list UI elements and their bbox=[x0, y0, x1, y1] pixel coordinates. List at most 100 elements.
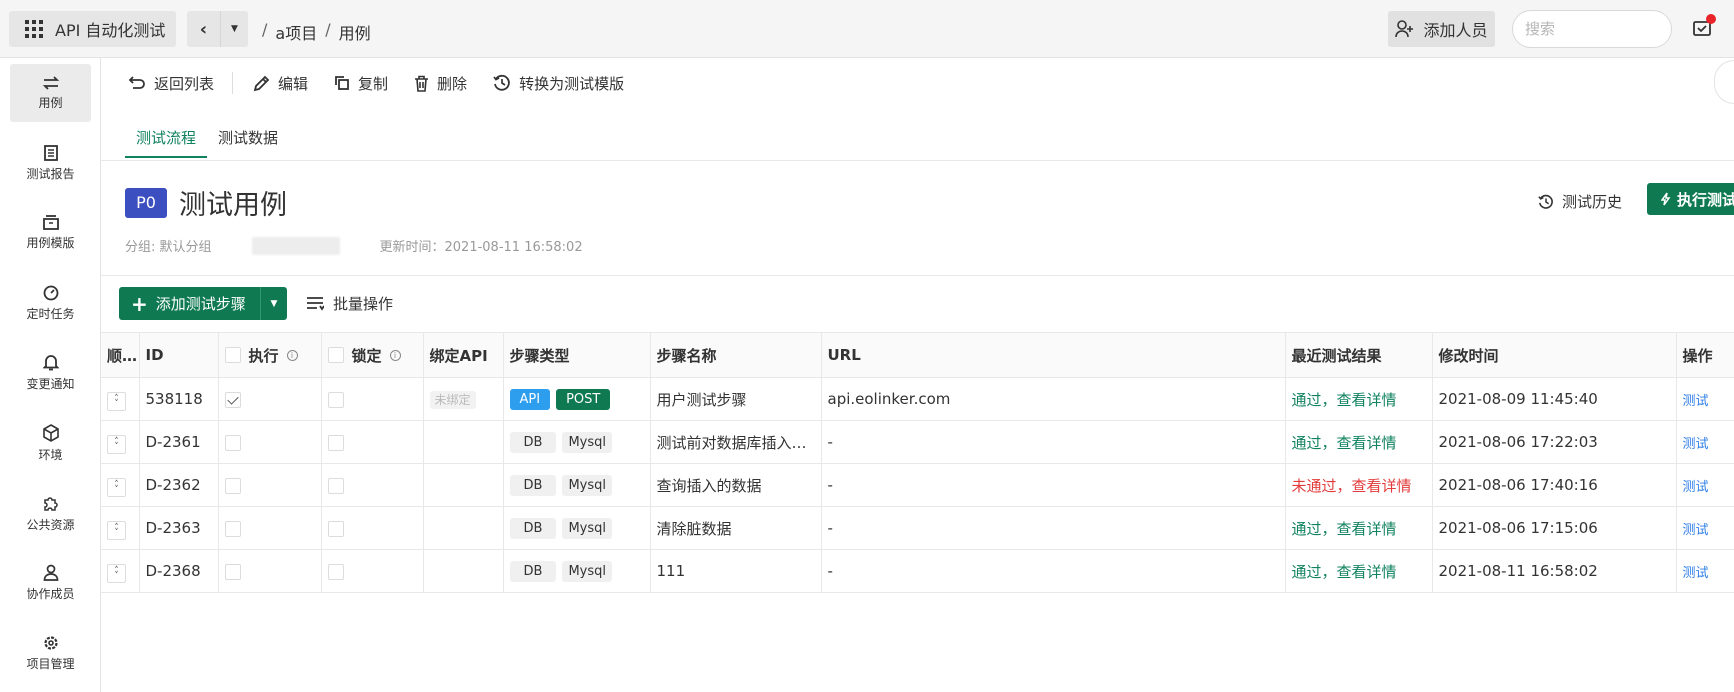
search-input[interactable] bbox=[1512, 10, 1672, 48]
lock-checkbox[interactable] bbox=[327, 520, 344, 537]
sort-handle-icon[interactable]: ˄ ˅ bbox=[107, 392, 126, 412]
exec-checkbox[interactable] bbox=[224, 434, 241, 451]
exec-checkbox[interactable] bbox=[224, 477, 241, 494]
step-name[interactable]: 查询插入的数据 bbox=[650, 463, 822, 507]
step-type-cell: DB Mysql bbox=[503, 420, 651, 464]
caret-down-icon[interactable]: ▼ bbox=[221, 11, 248, 47]
table-row: ˄ ˅ 538118 未绑定 API POST 用户测试步骤 api.eolinke… bbox=[101, 377, 1734, 421]
add-user-icon bbox=[1395, 20, 1414, 38]
col-step-type: 步骤类型 bbox=[503, 332, 651, 378]
sidebar-item-notifications[interactable]: 变更通知 bbox=[10, 344, 91, 402]
step-type-tag: API bbox=[509, 388, 551, 410]
header-divider bbox=[101, 275, 1734, 276]
step-id: 538118 bbox=[139, 377, 219, 421]
priority-badge: P0 bbox=[125, 187, 167, 218]
step-type-cell: DB Mysql bbox=[503, 549, 651, 593]
test-link[interactable]: 测试 bbox=[1683, 523, 1709, 538]
case-toolbar: 返回列表 编辑 复制 删除 转换为测试模版 bbox=[101, 58, 1734, 108]
sidebar-item-label: 协作成员 bbox=[26, 587, 75, 601]
step-type-tag: DB bbox=[509, 560, 557, 582]
sort-handle-icon[interactable]: ˄ ˅ bbox=[107, 521, 126, 541]
copy-button[interactable]: 复制 bbox=[334, 73, 388, 94]
lock-all-checkbox[interactable] bbox=[327, 347, 344, 363]
exec-cell bbox=[218, 506, 322, 550]
step-subtype-tag: Mysql bbox=[562, 517, 612, 539]
last-result-link[interactable]: 通过，查看详情 bbox=[1285, 420, 1433, 464]
batch-operation-button[interactable]: 批量操作 bbox=[306, 293, 393, 314]
lock-checkbox[interactable] bbox=[327, 563, 344, 580]
step-type-cell: DB Mysql bbox=[503, 506, 651, 550]
add-member-button[interactable]: 添加人员 bbox=[1388, 11, 1495, 47]
app-switcher-button[interactable]: API 自动化测试 bbox=[9, 11, 176, 47]
col-bind-api: 绑定API bbox=[423, 332, 504, 378]
case-tabs: 测试流程 测试数据 bbox=[125, 127, 289, 158]
exec-all-checkbox[interactable] bbox=[224, 347, 241, 363]
delete-button[interactable]: 删除 bbox=[414, 73, 467, 94]
table-header-row: 顺序 ID 执行 i 锁定 i 绑定API 步骤类型 步骤名称 URL 最近测试结果… bbox=[101, 332, 1734, 378]
breadcrumb: / a项目 / 用例 bbox=[262, 20, 371, 44]
exec-checkbox[interactable] bbox=[224, 563, 241, 580]
timer-icon bbox=[43, 285, 58, 300]
step-type-tag: DB bbox=[509, 517, 557, 539]
sidebar-item-members[interactable]: 协作成员 bbox=[10, 554, 91, 612]
sort-handle-icon[interactable]: ˄ ˅ bbox=[107, 435, 126, 455]
sort-handle-icon[interactable]: ˄ ˅ bbox=[107, 478, 126, 498]
test-link[interactable]: 测试 bbox=[1683, 480, 1709, 495]
notification-button[interactable] bbox=[1692, 14, 1716, 38]
execute-test-button[interactable]: 执行测试 bbox=[1647, 183, 1734, 215]
lock-checkbox[interactable] bbox=[327, 434, 344, 451]
lock-checkbox[interactable] bbox=[327, 391, 344, 408]
unbound-tag: 未绑定 bbox=[429, 390, 476, 409]
last-result-link[interactable]: 通过，查看详情 bbox=[1285, 377, 1433, 421]
exec-checkbox[interactable] bbox=[224, 391, 241, 408]
col-order: 顺序 bbox=[101, 332, 140, 378]
add-member-label: 添加人员 bbox=[1423, 21, 1488, 40]
tab-test-flow[interactable]: 测试流程 bbox=[125, 127, 208, 158]
sidebar-item-timers[interactable]: 定时任务 bbox=[10, 274, 91, 332]
step-name[interactable]: 111 bbox=[650, 549, 822, 593]
back-to-list-button[interactable]: 返回列表 bbox=[128, 73, 214, 94]
caret-down-icon[interactable]: ▼ bbox=[261, 299, 287, 309]
step-name[interactable]: 测试前对数据库插入数据 bbox=[650, 420, 822, 464]
exec-checkbox[interactable] bbox=[224, 520, 241, 537]
last-result-link[interactable]: 通过，查看详情 bbox=[1285, 506, 1433, 550]
sidebar-item-resources[interactable]: 公共资源 bbox=[10, 484, 91, 542]
sidebar-item-cases[interactable]: 用例 bbox=[10, 64, 91, 122]
sidebar-item-reports[interactable]: 测试报告 bbox=[10, 134, 91, 192]
sidebar-item-project-settings[interactable]: 项目管理 bbox=[10, 624, 91, 682]
step-url: api.eolinker.com bbox=[821, 377, 1286, 421]
order-cell: ˄ ˅ bbox=[101, 506, 140, 550]
lock-cell bbox=[321, 377, 424, 421]
tab-test-data[interactable]: 测试数据 bbox=[207, 127, 289, 158]
sidebar-item-templates[interactable]: 用例模版 bbox=[10, 204, 91, 262]
ops-cell: 测试 bbox=[1676, 463, 1734, 507]
convert-template-button[interactable]: 转换为测试模版 bbox=[493, 73, 624, 94]
sidebar-item-environment[interactable]: 环境 bbox=[10, 414, 91, 472]
add-step-label: 添加测试步骤 bbox=[155, 295, 246, 313]
step-name[interactable]: 清除脏数据 bbox=[650, 506, 822, 550]
gear-icon bbox=[43, 635, 58, 650]
case-updated-time: 更新时间：2021-08-11 16:58:02 bbox=[379, 240, 583, 255]
breadcrumb-project[interactable]: a项目 bbox=[275, 20, 317, 44]
step-id: D-2368 bbox=[139, 549, 219, 593]
test-history-button[interactable]: 测试历史 bbox=[1538, 191, 1622, 212]
test-link[interactable]: 测试 bbox=[1683, 566, 1709, 581]
step-type-tag: DB bbox=[509, 431, 557, 453]
sort-handle-icon[interactable]: ˄ ˅ bbox=[107, 564, 126, 584]
back-arrow-icon[interactable]: ‹ bbox=[187, 11, 221, 47]
member-icon bbox=[43, 564, 58, 581]
last-result-link[interactable]: 未通过，查看详情 bbox=[1285, 463, 1433, 507]
table-row: ˄ ˅ D-2363 DB Mysql 清除脏数据 - 通过，查看详情 2021-0… bbox=[101, 506, 1734, 550]
test-link[interactable]: 测试 bbox=[1683, 437, 1709, 452]
order-cell: ˄ ˅ bbox=[101, 549, 140, 593]
ops-cell: 测试 bbox=[1676, 377, 1734, 421]
test-link[interactable]: 测试 bbox=[1683, 394, 1709, 409]
copy-icon bbox=[335, 76, 349, 90]
edit-button[interactable]: 编辑 bbox=[253, 73, 308, 94]
tabs-divider bbox=[101, 160, 1734, 161]
col-id: ID bbox=[139, 332, 219, 378]
lock-checkbox[interactable] bbox=[327, 477, 344, 494]
step-name[interactable]: 用户测试步骤 bbox=[650, 377, 822, 421]
last-result-link[interactable]: 通过，查看详情 bbox=[1285, 549, 1433, 593]
add-step-button[interactable]: + 添加测试步骤 ▼ bbox=[119, 287, 287, 320]
